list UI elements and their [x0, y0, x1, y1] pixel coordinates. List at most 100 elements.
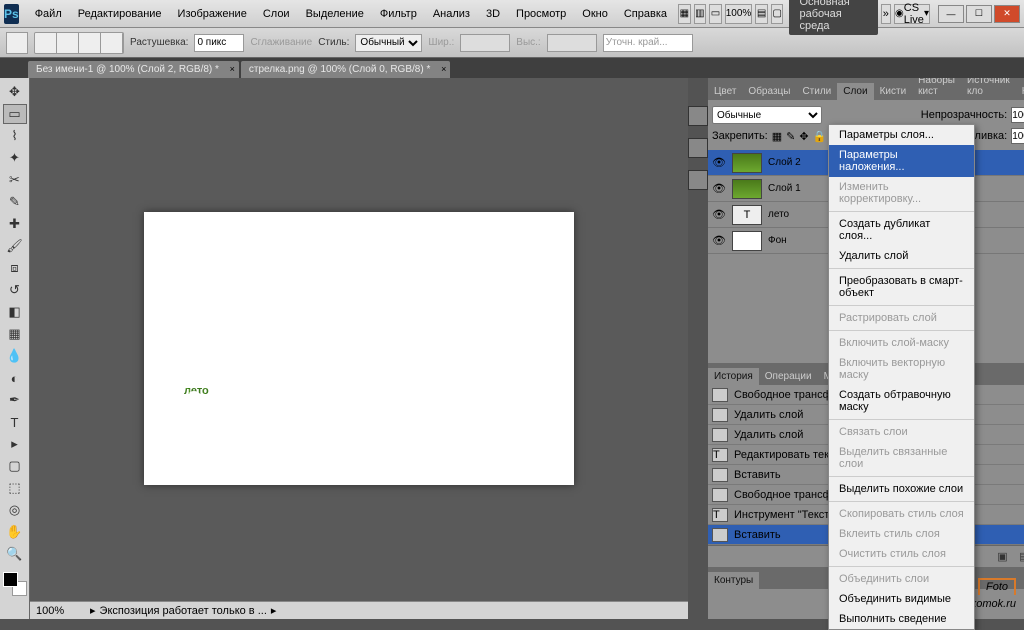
arrange-docs-icon[interactable]: ▤ — [755, 4, 768, 24]
history-step-icon: T — [712, 508, 728, 522]
shape-tool[interactable]: ▢ — [3, 456, 27, 476]
eraser-tool[interactable]: ◧ — [3, 302, 27, 322]
opacity-input[interactable] — [1011, 107, 1024, 123]
context-menu-item[interactable]: Создать дубликат слоя... — [829, 214, 974, 246]
feather-input[interactable] — [194, 34, 244, 52]
context-menu-item[interactable]: Параметры слоя... — [829, 125, 974, 145]
panel-tab-Наборы кист[interactable]: Наборы кист — [912, 78, 961, 100]
lock-all-icon[interactable]: 🔒 — [813, 130, 827, 143]
lasso-tool[interactable]: ⌇ — [3, 126, 27, 146]
dodge-tool[interactable]: ◐ — [3, 368, 27, 388]
layer-thumbnail[interactable]: T — [732, 205, 762, 225]
3d-camera-tool[interactable]: ◎ — [3, 500, 27, 520]
view-extras-icon[interactable]: ▭ — [709, 4, 722, 24]
launch-bridge-icon[interactable]: ▦ — [678, 4, 691, 24]
color-swatches[interactable] — [3, 572, 27, 596]
layer-thumbnail[interactable] — [732, 179, 762, 199]
current-tool-icon[interactable] — [6, 32, 28, 54]
panel-tab-История[interactable]: История — [708, 368, 759, 385]
cslive-button[interactable]: ◉ CS Live ▾ — [894, 4, 930, 24]
rect-marquee-tool[interactable]: ▭ — [3, 104, 27, 124]
context-menu-item[interactable]: Удалить слой — [829, 246, 974, 266]
panel-tab-Кисти[interactable]: Кисти — [874, 83, 913, 100]
stamp-tool[interactable]: ⧈ — [3, 258, 27, 278]
context-menu-item[interactable]: Выделить похожие слои — [829, 479, 974, 499]
zoom-tool[interactable]: 🔍 — [3, 544, 27, 564]
canvas-artwork: лето — [184, 269, 534, 429]
hist-new-snapshot-icon[interactable]: ▣ — [997, 550, 1013, 564]
lock-pixels-icon[interactable]: ✎ — [786, 130, 795, 143]
collapsed-panel-icon[interactable] — [688, 138, 708, 158]
visibility-icon[interactable]: 👁 — [712, 156, 726, 170]
menu-Редактирование[interactable]: Редактирование — [70, 4, 170, 24]
layer-thumbnail[interactable] — [732, 231, 762, 251]
menu-Анализ[interactable]: Анализ — [425, 4, 478, 24]
document-canvas[interactable]: лето — [144, 212, 574, 485]
brush-tool[interactable]: 🖌 — [3, 236, 27, 256]
menu-Просмотр[interactable]: Просмотр — [508, 4, 574, 24]
selection-mode-group[interactable] — [34, 32, 124, 54]
workspace-more-icon[interactable]: » — [881, 4, 891, 24]
panel-tab-Источник кло[interactable]: Источник кло — [961, 78, 1016, 100]
document-tab[interactable]: Без имени-1 @ 100% (Слой 2, RGB/8) *× — [28, 61, 239, 78]
document-tab[interactable]: стрелка.png @ 100% (Слой 0, RGB/8) *× — [241, 61, 450, 78]
close-tab-icon[interactable]: × — [441, 64, 446, 74]
menu-Изображение[interactable]: Изображение — [170, 4, 255, 24]
eyedropper-tool[interactable]: ✎ — [3, 192, 27, 212]
hist-new-doc-icon[interactable]: ▤ — [1019, 550, 1024, 564]
menu-Окно[interactable]: Окно — [574, 4, 616, 24]
context-menu-item[interactable]: Создать обтравочную маску — [829, 385, 974, 417]
3d-tool[interactable]: ⬚ — [3, 478, 27, 498]
move-tool[interactable]: ✥ — [3, 82, 27, 102]
healing-tool[interactable]: ✚ — [3, 214, 27, 234]
visibility-icon[interactable]: 👁 — [712, 182, 726, 196]
collapsed-panel-icon[interactable] — [688, 106, 708, 126]
crop-tool[interactable]: ✂ — [3, 170, 27, 190]
menu-Слои[interactable]: Слои — [255, 4, 298, 24]
lock-transparency-icon[interactable]: ▦ — [772, 130, 782, 143]
blur-tool[interactable]: 💧 — [3, 346, 27, 366]
tab-paths[interactable]: Контуры — [708, 572, 759, 589]
lock-position-icon[interactable]: ✥ — [799, 130, 808, 143]
workspace-selector[interactable]: Основная рабочая среда — [789, 0, 877, 35]
maximize-button[interactable]: ☐ — [966, 5, 992, 23]
context-menu-item[interactable]: Выполнить сведение — [829, 609, 974, 629]
close-button[interactable]: ✕ — [994, 5, 1020, 23]
panel-tab-Образцы[interactable]: Образцы — [742, 83, 796, 100]
magic-wand-tool[interactable]: ✦ — [3, 148, 27, 168]
gradient-tool[interactable]: ▦ — [3, 324, 27, 344]
fill-input[interactable] — [1011, 128, 1024, 144]
menu-Фильтр[interactable]: Фильтр — [372, 4, 425, 24]
history-step-icon — [712, 528, 728, 542]
menu-Выделение[interactable]: Выделение — [298, 4, 372, 24]
panel-tab-Стили[interactable]: Стили — [796, 83, 837, 100]
minimize-button[interactable]: — — [938, 5, 964, 23]
visibility-icon[interactable]: 👁 — [712, 234, 726, 248]
context-menu-item[interactable]: Параметры наложения... — [829, 145, 974, 177]
status-zoom[interactable]: 100% — [36, 605, 86, 617]
refine-edge-button[interactable] — [603, 34, 693, 52]
path-select-tool[interactable]: ▸ — [3, 434, 27, 454]
type-tool[interactable]: T — [3, 412, 27, 432]
history-brush-tool[interactable]: ↺ — [3, 280, 27, 300]
screen-mode-icon[interactable]: ▢ — [771, 4, 784, 24]
visibility-icon[interactable]: 👁 — [712, 208, 726, 222]
panel-tab-Каналы[interactable]: Каналы — [1016, 83, 1024, 100]
blend-mode-select[interactable]: Обычные — [712, 106, 822, 124]
launch-minibridge-icon[interactable]: ▥ — [694, 4, 707, 24]
style-select[interactable]: Обычный — [355, 34, 422, 52]
menu-Справка[interactable]: Справка — [616, 4, 675, 24]
collapsed-panel-icon[interactable] — [688, 170, 708, 190]
layer-thumbnail[interactable] — [732, 153, 762, 173]
close-tab-icon[interactable]: × — [230, 64, 235, 74]
context-menu-item[interactable]: Объединить видимые — [829, 589, 974, 609]
panel-tab-Цвет[interactable]: Цвет — [708, 83, 742, 100]
hand-tool[interactable]: ✋ — [3, 522, 27, 542]
panel-tab-Слои[interactable]: Слои — [837, 83, 873, 100]
menu-Файл[interactable]: Файл — [27, 4, 70, 24]
context-menu-item[interactable]: Преобразовать в смарт-объект — [829, 271, 974, 303]
panel-tab-Операции[interactable]: Операции — [759, 368, 818, 385]
zoom-level[interactable]: 100% — [725, 4, 753, 24]
pen-tool[interactable]: ✒ — [3, 390, 27, 410]
menu-3D[interactable]: 3D — [478, 4, 508, 24]
